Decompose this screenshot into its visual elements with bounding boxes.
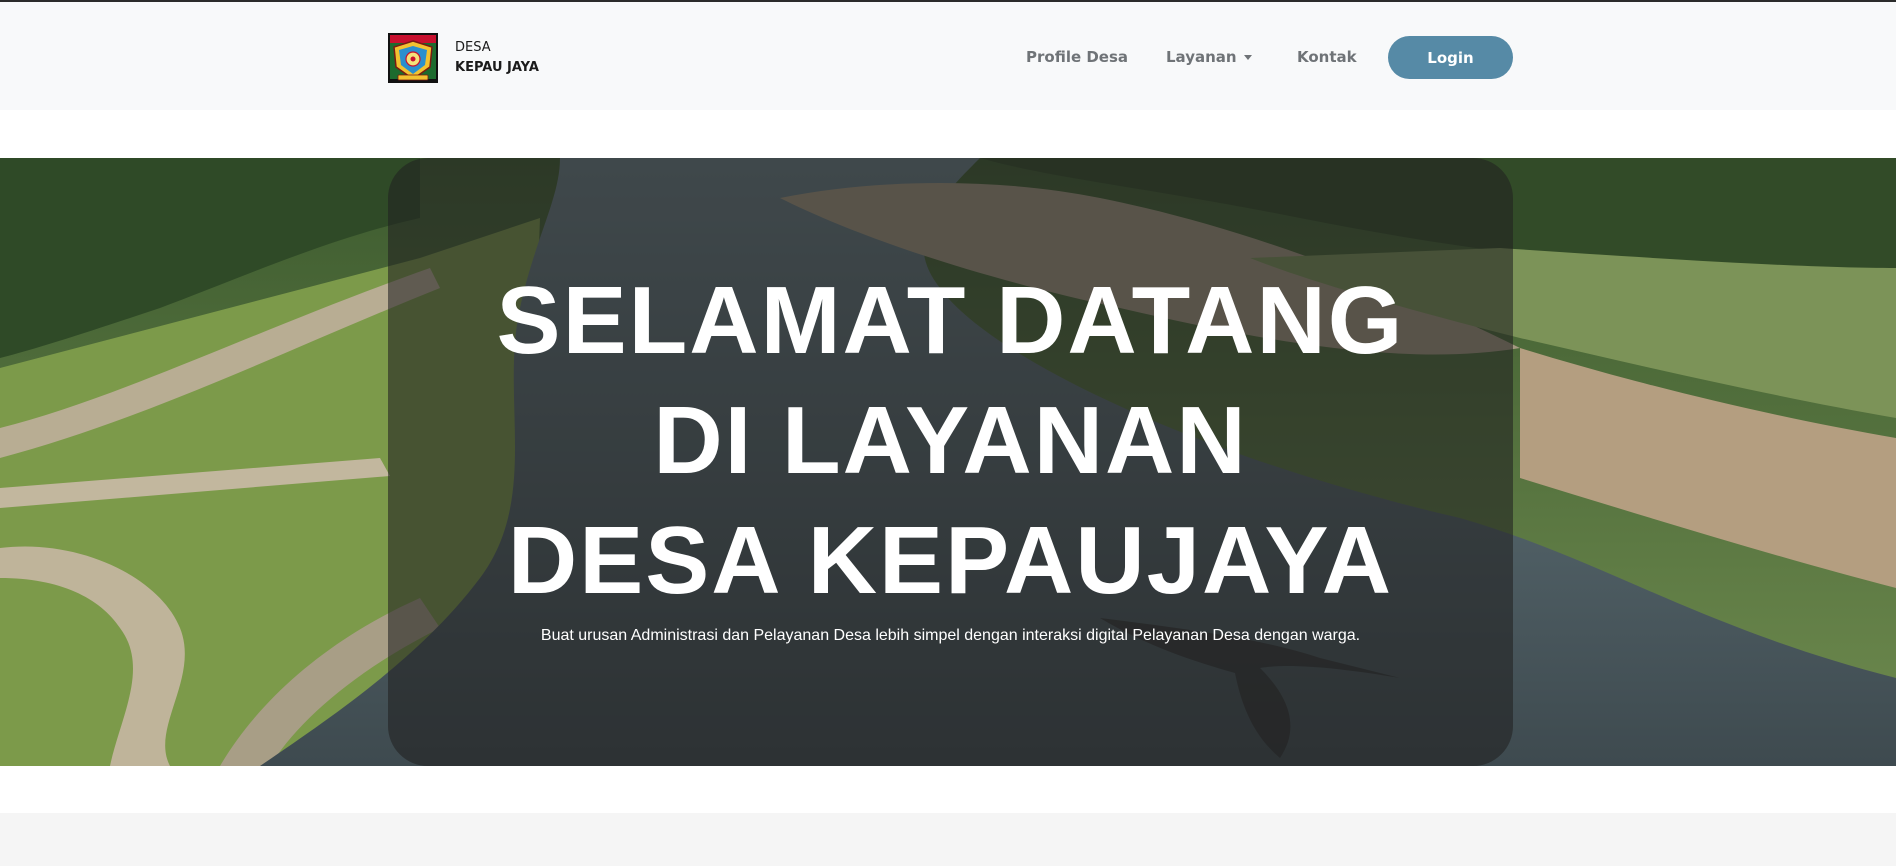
hero-section: SELAMAT DATANG DI LAYANAN DESA KEPAUJAYA… [0,158,1896,766]
hero-title: SELAMAT DATANG DI LAYANAN DESA KEPAUJAYA [388,261,1513,621]
navbar: DESA KEPAU JAYA Profile Desa Layanan Kon… [0,2,1896,110]
nav-item-layanan-label: Layanan [1166,48,1237,66]
next-section-band [0,813,1896,866]
hero-title-line: SELAMAT DATANG [496,267,1405,374]
brand-line1: DESA [455,40,491,55]
brand-text: DESA KEPAU JAYA [455,38,539,78]
chevron-down-icon [1243,54,1252,60]
hero-title-line: DESA KEPAUJAYA [507,507,1394,614]
nav-item-profile-desa[interactable]: Profile Desa [1026,36,1128,78]
brand-line2: KEPAU JAYA [455,60,539,75]
hero-subtitle: Buat urusan Administrasi dan Pelayanan D… [540,627,1361,644]
village-emblem-icon [388,33,438,83]
brand[interactable]: DESA KEPAU JAYA [388,32,539,84]
login-button[interactable]: Login [1388,36,1513,79]
hero-title-line: DI LAYANAN [653,387,1248,494]
nav-item-kontak[interactable]: Kontak [1297,36,1357,78]
nav-item-layanan[interactable]: Layanan [1166,36,1252,78]
